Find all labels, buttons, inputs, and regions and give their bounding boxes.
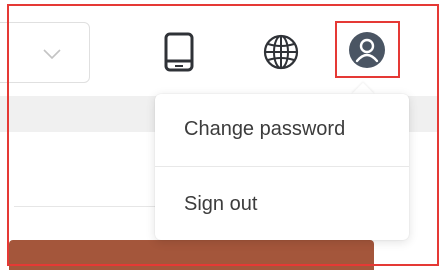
sign-out-menu-item[interactable]: Sign out bbox=[155, 193, 409, 216]
row-divider bbox=[14, 206, 164, 207]
globe-icon[interactable] bbox=[262, 33, 300, 71]
user-icon bbox=[349, 32, 385, 68]
menu-divider bbox=[155, 166, 409, 167]
primary-action-bar[interactable] bbox=[9, 240, 374, 270]
user-dropdown-menu: Change password Sign out bbox=[155, 94, 409, 240]
select-dropdown[interactable] bbox=[0, 22, 90, 83]
tablet-icon[interactable] bbox=[164, 32, 194, 72]
change-password-menu-item[interactable]: Change password bbox=[155, 118, 409, 141]
chevron-down-icon bbox=[43, 49, 61, 59]
user-menu-button[interactable] bbox=[335, 21, 400, 78]
